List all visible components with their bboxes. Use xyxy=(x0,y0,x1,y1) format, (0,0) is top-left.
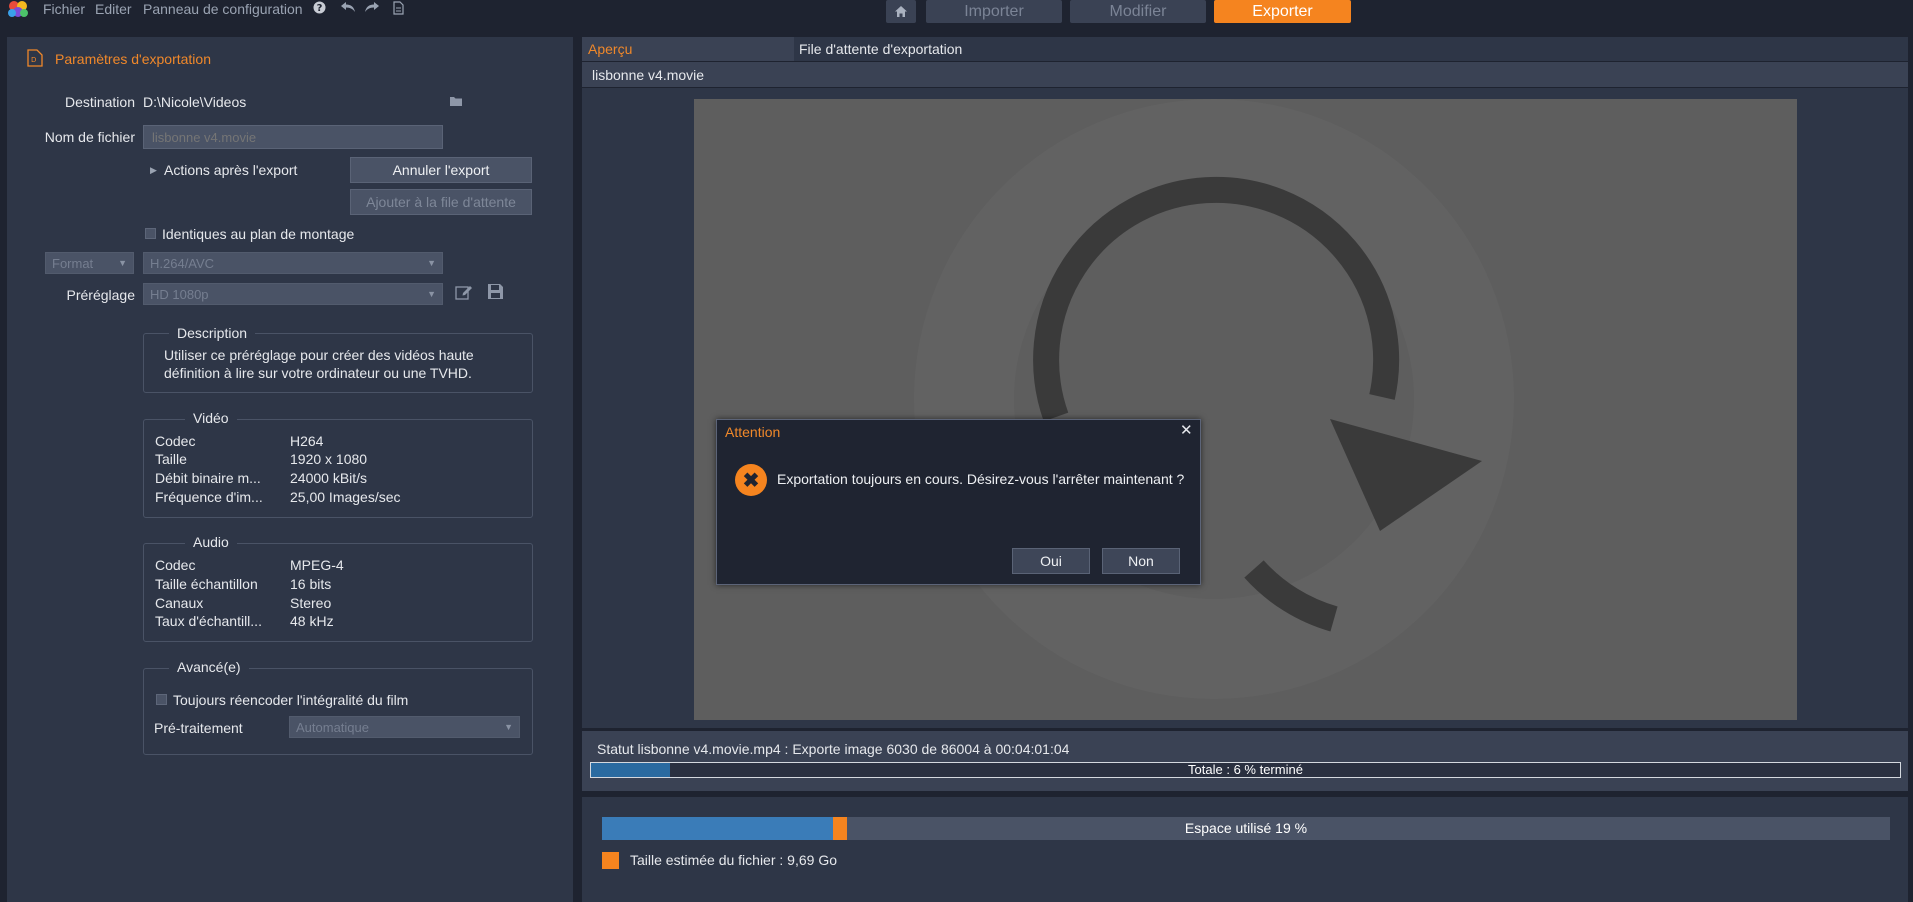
same-as-timeline-checkbox[interactable] xyxy=(145,228,156,239)
format-label: Format xyxy=(52,255,94,271)
dialog-title: Attention xyxy=(725,424,781,440)
export-progress-label: Totale : 6 % terminé xyxy=(1188,762,1303,777)
reencode-checkbox[interactable] xyxy=(156,694,167,705)
home-button[interactable] xyxy=(886,0,916,23)
no-button[interactable]: Non xyxy=(1102,548,1180,574)
nav-import-button[interactable]: Importer xyxy=(926,0,1062,23)
dialog-message: Exportation toujours en cours. Désirez-v… xyxy=(777,471,1185,487)
preprocessing-value: Automatique xyxy=(296,719,369,735)
edit-preset-icon[interactable] xyxy=(455,283,473,304)
audio-key: Codec xyxy=(155,557,196,573)
description-text: Utiliser ce préréglage pour créer des vi… xyxy=(164,347,474,381)
video-key: Débit binaire m... xyxy=(155,470,261,486)
format-select[interactable]: H.264/AVC ▼ xyxy=(143,252,443,274)
audio-key: Taille échantillon xyxy=(155,576,258,592)
preprocessing-label: Pré-traitement xyxy=(154,720,243,736)
disk-space-label: Espace utilisé 19 % xyxy=(1184,820,1308,836)
chevron-down-icon: ▼ xyxy=(118,258,127,268)
menu-edit[interactable]: Editer xyxy=(95,0,132,18)
destination-label: Destination xyxy=(64,94,135,110)
audio-value: 48 kHz xyxy=(290,613,334,629)
video-value: 1920 x 1080 xyxy=(290,451,368,467)
cancel-export-button[interactable]: Annuler l'export xyxy=(350,157,532,183)
redo-icon[interactable] xyxy=(364,1,380,18)
estimated-size-label: Taille estimée du fichier : 9,69 Go xyxy=(630,852,837,868)
estimated-size-swatch xyxy=(602,852,619,869)
format-value: H.264/AVC xyxy=(150,255,215,271)
export-progress-graphic xyxy=(914,99,1514,699)
filename-label: Nom de fichier xyxy=(44,129,135,145)
advanced-group xyxy=(143,668,533,755)
help-icon[interactable]: ? xyxy=(313,1,326,18)
save-preset-icon[interactable] xyxy=(487,283,504,303)
nav-export-button[interactable]: Exporter xyxy=(1214,0,1351,23)
menu-file[interactable]: Fichier xyxy=(43,0,85,18)
video-value: H264 xyxy=(290,433,324,449)
video-value: 24000 kBit/s xyxy=(290,470,368,486)
video-key: Taille xyxy=(155,451,187,467)
advanced-title: Avancé(e) xyxy=(169,659,249,675)
svg-text:?: ? xyxy=(317,3,323,14)
audio-value: MPEG-4 xyxy=(290,557,344,573)
folder-icon[interactable] xyxy=(449,94,463,110)
filename-input[interactable] xyxy=(143,125,443,149)
audio-key: Canaux xyxy=(155,595,204,611)
nav-edit-button[interactable]: Modifier xyxy=(1070,0,1206,23)
chevron-down-icon: ▼ xyxy=(427,289,436,299)
tab-preview[interactable]: Aperçu xyxy=(582,37,794,61)
panel-title: Paramètres d'exportation xyxy=(55,51,211,67)
error-icon: ✖ xyxy=(735,464,767,496)
preset-value: HD 1080p xyxy=(150,286,209,302)
add-to-queue-button[interactable]: Ajouter à la file d'attente xyxy=(350,189,532,215)
chevron-down-icon: ▼ xyxy=(504,722,513,732)
preprocessing-select[interactable]: Automatique ▼ xyxy=(289,716,520,738)
description-title: Description xyxy=(169,325,256,341)
preview-frame xyxy=(694,99,1797,720)
after-export-label[interactable]: Actions après l'export xyxy=(164,162,297,178)
app-logo xyxy=(6,0,30,20)
chevron-down-icon: ▼ xyxy=(427,258,436,268)
home-icon xyxy=(895,6,907,17)
export-settings-icon: D xyxy=(27,49,43,70)
format-label-select[interactable]: Format ▼ xyxy=(45,252,134,274)
audio-value: 16 bits xyxy=(290,576,332,592)
video-value: 25,00 Images/sec xyxy=(290,489,401,505)
audio-value: Stereo xyxy=(290,595,332,611)
same-as-timeline-label: Identiques au plan de montage xyxy=(162,226,355,242)
chevron-right-icon[interactable]: ▶ xyxy=(150,165,157,176)
destination-value: D:\Nicole\Videos xyxy=(143,94,247,110)
preset-label: Préréglage xyxy=(66,287,136,303)
video-title: Vidéo xyxy=(185,410,237,426)
disk-space-area xyxy=(582,797,1908,902)
reencode-label: Toujours réencoder l'intégralité du film xyxy=(173,692,409,708)
audio-title: Audio xyxy=(185,534,237,550)
status-text: Statut lisbonne v4.movie.mp4 : Exporte i… xyxy=(597,741,1070,757)
tab-export-queue[interactable]: File d'attente d'exportation xyxy=(799,37,962,61)
undo-icon[interactable] xyxy=(340,1,356,18)
close-icon[interactable]: ✕ xyxy=(1180,421,1193,439)
document-icon[interactable] xyxy=(393,1,404,19)
preview-file-title: lisbonne v4.movie xyxy=(582,62,1908,87)
video-key: Fréquence d'im... xyxy=(155,489,263,505)
yes-button[interactable]: Oui xyxy=(1012,548,1090,574)
preset-select[interactable]: HD 1080p ▼ xyxy=(143,283,443,305)
menu-control-panel[interactable]: Panneau de configuration xyxy=(143,0,303,18)
svg-text:D: D xyxy=(31,56,36,64)
video-key: Codec xyxy=(155,433,196,449)
audio-key: Taux d'échantill... xyxy=(155,613,262,629)
status-area xyxy=(582,731,1908,791)
